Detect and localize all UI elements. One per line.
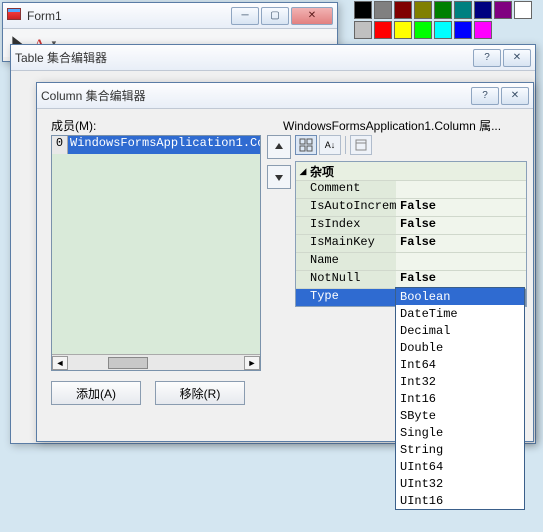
property-value[interactable]: False: [396, 199, 526, 216]
color-swatch[interactable]: [434, 1, 452, 19]
form-icon: [7, 8, 23, 24]
dropdown-item[interactable]: DateTime: [396, 305, 524, 322]
property-value[interactable]: [396, 253, 526, 270]
move-down-button[interactable]: [267, 165, 291, 189]
scroll-left-icon[interactable]: ◄: [52, 356, 68, 370]
add-button[interactable]: 添加(A): [51, 381, 141, 405]
property-name: Type: [296, 289, 396, 306]
window-title: Table 集合编辑器: [15, 49, 473, 66]
property-name: Name: [296, 253, 396, 270]
horizontal-scrollbar[interactable]: ◄ ►: [52, 354, 260, 370]
property-value[interactable]: False: [396, 235, 526, 252]
property-pages-icon[interactable]: [350, 135, 372, 155]
dropdown-item[interactable]: SByte: [396, 407, 524, 424]
color-swatch[interactable]: [414, 21, 432, 39]
color-swatch[interactable]: [474, 21, 492, 39]
property-row[interactable]: Name: [296, 252, 526, 270]
propertygrid-toolbar: A↓: [295, 135, 372, 155]
dropdown-item[interactable]: UInt32: [396, 475, 524, 492]
color-swatch[interactable]: [494, 1, 512, 19]
dropdown-item[interactable]: Int64: [396, 356, 524, 373]
close-button[interactable]: ✕: [503, 49, 531, 67]
category-name: 杂项: [310, 163, 334, 180]
property-value[interactable]: False: [396, 271, 526, 288]
color-palette: [353, 0, 543, 40]
move-up-button[interactable]: [267, 135, 291, 159]
color-swatch[interactable]: [354, 21, 372, 39]
color-swatch[interactable]: [354, 1, 372, 19]
dropdown-item[interactable]: Int16: [396, 390, 524, 407]
window-title: Form1: [27, 9, 231, 23]
dropdown-item[interactable]: String: [396, 441, 524, 458]
separator: [345, 136, 346, 154]
titlebar-form1[interactable]: Form1 ─ ▢ ✕: [3, 3, 337, 29]
property-grid[interactable]: ◢杂项CommentIsAutoIncremenFalseIsIndexFals…: [295, 161, 527, 307]
dropdown-item[interactable]: Single: [396, 424, 524, 441]
color-swatch[interactable]: [434, 21, 452, 39]
categorized-icon[interactable]: [295, 135, 317, 155]
list-item[interactable]: 0WindowsFormsApplication1.Co: [52, 136, 260, 154]
help-button[interactable]: ?: [471, 87, 499, 105]
list-index: 0: [52, 136, 68, 154]
list-text: WindowsFormsApplication1.Co: [68, 136, 260, 154]
property-row[interactable]: IsMainKeyFalse: [296, 234, 526, 252]
dropdown-item[interactable]: UInt16: [396, 492, 524, 509]
color-swatch[interactable]: [394, 21, 412, 39]
minimize-button[interactable]: ─: [231, 7, 259, 25]
scroll-right-icon[interactable]: ►: [244, 356, 260, 370]
scroll-thumb[interactable]: [108, 357, 148, 369]
arrow-up-icon: [273, 141, 285, 153]
category-row[interactable]: ◢杂项: [296, 162, 526, 180]
property-value[interactable]: [396, 181, 526, 198]
color-swatch[interactable]: [394, 1, 412, 19]
close-button[interactable]: ✕: [501, 87, 529, 105]
maximize-button[interactable]: ▢: [261, 7, 289, 25]
property-value[interactable]: False: [396, 217, 526, 234]
dropdown-item[interactable]: UInt64: [396, 458, 524, 475]
titlebar-table[interactable]: Table 集合编辑器 ? ✕: [11, 45, 535, 71]
alphabetical-icon[interactable]: A↓: [319, 135, 341, 155]
property-row[interactable]: NotNullFalse: [296, 270, 526, 288]
type-dropdown[interactable]: BooleanDateTimeDecimalDoubleInt64Int32In…: [395, 287, 525, 510]
members-label: 成员(M):: [51, 117, 96, 134]
collapse-icon[interactable]: ◢: [296, 166, 310, 177]
color-swatch[interactable]: [454, 1, 472, 19]
property-name: IsMainKey: [296, 235, 396, 252]
dropdown-item[interactable]: Boolean: [396, 288, 524, 305]
help-button[interactable]: ?: [473, 49, 501, 67]
property-name: Comment: [296, 181, 396, 198]
color-swatch[interactable]: [374, 1, 392, 19]
close-button[interactable]: ✕: [291, 7, 333, 25]
color-swatch[interactable]: [374, 21, 392, 39]
property-name: IsAutoIncremen: [296, 199, 396, 216]
remove-button[interactable]: 移除(R): [155, 381, 245, 405]
color-swatch[interactable]: [514, 1, 532, 19]
property-row[interactable]: IsAutoIncremenFalse: [296, 198, 526, 216]
properties-label: WindowsFormsApplication1.Column 属...: [283, 117, 501, 134]
property-name: NotNull: [296, 271, 396, 288]
color-swatch[interactable]: [454, 21, 472, 39]
property-name: IsIndex: [296, 217, 396, 234]
property-row[interactable]: IsIndexFalse: [296, 216, 526, 234]
window-title: Column 集合编辑器: [41, 87, 471, 104]
color-swatch[interactable]: [414, 1, 432, 19]
dropdown-item[interactable]: Double: [396, 339, 524, 356]
dropdown-item[interactable]: Decimal: [396, 322, 524, 339]
members-listbox[interactable]: 0WindowsFormsApplication1.Co ◄ ►: [51, 135, 261, 371]
color-swatch[interactable]: [474, 1, 492, 19]
window-column-editor: Column 集合编辑器 ? ✕ 成员(M): WindowsFormsAppl…: [36, 82, 534, 442]
dropdown-item[interactable]: Int32: [396, 373, 524, 390]
titlebar-column[interactable]: Column 集合编辑器 ? ✕: [37, 83, 533, 109]
scroll-track[interactable]: [68, 356, 244, 370]
arrow-down-icon: [273, 171, 285, 183]
property-row[interactable]: Comment: [296, 180, 526, 198]
